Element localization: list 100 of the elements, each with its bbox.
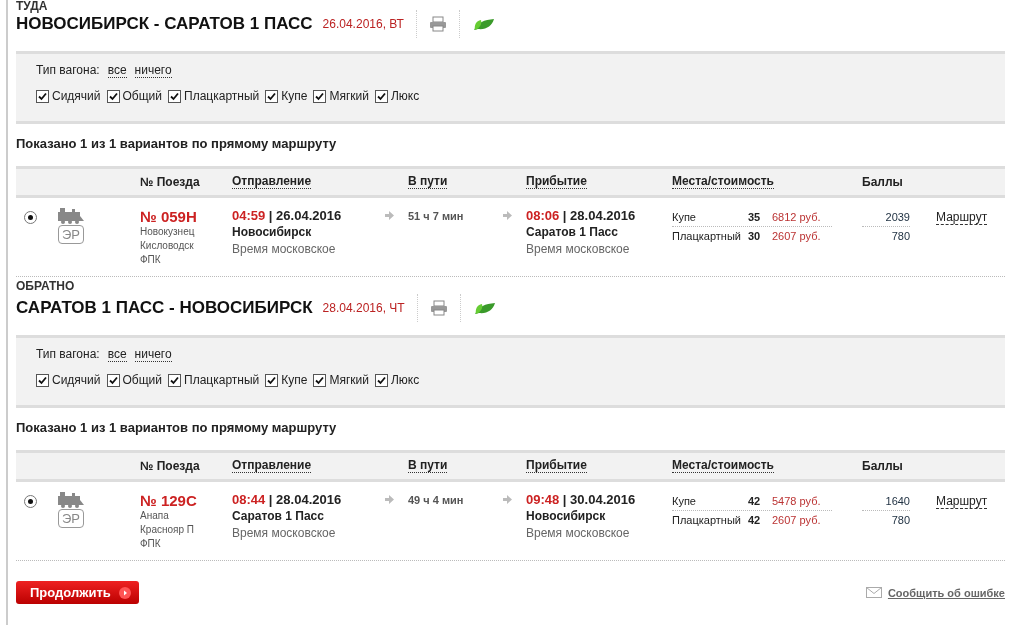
print-button[interactable] bbox=[429, 300, 448, 316]
checkbox[interactable] bbox=[313, 89, 327, 103]
continue-button[interactable]: Продолжить bbox=[16, 581, 139, 604]
checkbox[interactable] bbox=[374, 89, 388, 103]
points-value: 1640 bbox=[862, 492, 910, 511]
checkbox[interactable] bbox=[313, 373, 327, 387]
train-detail: Кисловодск bbox=[140, 239, 195, 253]
travel-duration: 51 ч 7 мин bbox=[408, 209, 465, 224]
route-date: 26.04.2016, ВТ bbox=[322, 17, 404, 31]
car-type: Купе bbox=[672, 210, 697, 225]
arrow-icon bbox=[503, 211, 512, 220]
play-icon bbox=[118, 586, 131, 599]
seat-price: 5478 руб. bbox=[772, 494, 822, 509]
print-button[interactable] bbox=[428, 16, 447, 32]
filter-label: Тип вагона: bbox=[36, 63, 100, 78]
report-error-link[interactable]: Сообщить об ошибке bbox=[887, 586, 1005, 599]
timezone-note: Время московское bbox=[232, 241, 337, 258]
column-header: Баллы bbox=[862, 175, 903, 189]
arrow-icon bbox=[385, 211, 394, 220]
column-header[interactable]: В пути bbox=[408, 175, 448, 189]
train-detail: ФПК bbox=[140, 537, 162, 551]
checkbox-label[interactable]: Сидячий bbox=[52, 89, 101, 103]
locomotive-icon bbox=[58, 492, 84, 508]
checkbox-label[interactable]: Плацкартный bbox=[184, 373, 260, 387]
train-number: № 059Н bbox=[140, 208, 198, 225]
direction-label: ОБРАТНО bbox=[16, 280, 76, 294]
car-type: Плацкартный bbox=[672, 229, 742, 244]
filter-label: Тип вагона: bbox=[36, 347, 100, 362]
column-header: № Поезда bbox=[140, 459, 200, 473]
checkbox[interactable] bbox=[374, 373, 388, 387]
checkbox[interactable] bbox=[265, 89, 279, 103]
train-detail: Новокузнец bbox=[140, 225, 196, 239]
checkbox-label[interactable]: Мягкий bbox=[329, 373, 369, 387]
checkbox-label[interactable]: Люкс bbox=[390, 373, 420, 387]
column-header[interactable]: Прибытие bbox=[526, 175, 587, 189]
column-header[interactable]: Отправление bbox=[232, 459, 312, 473]
train-type-badge: ЭР bbox=[58, 225, 84, 244]
column-header[interactable]: В пути bbox=[408, 459, 448, 473]
eco-button[interactable] bbox=[471, 16, 496, 32]
filter-link[interactable]: все bbox=[107, 63, 127, 78]
checkbox-label[interactable]: Общий bbox=[122, 373, 163, 387]
leaf-icon bbox=[471, 16, 496, 32]
checkbox-label[interactable]: Купе bbox=[281, 89, 308, 103]
arrow-icon bbox=[385, 495, 394, 504]
points-value: 2039 bbox=[862, 208, 910, 227]
timezone-note: Время московское bbox=[232, 525, 337, 542]
arrow-icon bbox=[503, 495, 512, 504]
seat-price: 2607 руб. bbox=[772, 513, 822, 528]
route-date: 28.04.2016, ЧТ bbox=[322, 301, 405, 315]
arrival-station: Саратов 1 Пасс bbox=[526, 224, 619, 241]
checkbox[interactable] bbox=[106, 373, 120, 387]
points-value: 780 bbox=[891, 229, 910, 244]
arrival-datetime: 09:48 | 30.04.2016 bbox=[526, 492, 637, 508]
filter-link[interactable]: ничего bbox=[134, 63, 172, 78]
train-detail: Анапа bbox=[140, 509, 170, 523]
checkbox[interactable] bbox=[265, 373, 279, 387]
column-header[interactable]: Места/стоимость bbox=[672, 175, 774, 189]
seat-count: 30 bbox=[748, 229, 762, 244]
eco-button[interactable] bbox=[472, 300, 497, 316]
checkbox[interactable] bbox=[106, 89, 120, 103]
seat-price: 2607 руб. bbox=[772, 229, 822, 244]
checkbox[interactable] bbox=[36, 373, 49, 387]
timezone-note: Время московское bbox=[526, 525, 631, 542]
checkbox[interactable] bbox=[168, 89, 182, 103]
seat-price: 6812 руб. bbox=[772, 210, 822, 225]
column-header: № Поезда bbox=[140, 175, 200, 189]
checkbox[interactable] bbox=[168, 373, 182, 387]
car-type: Плацкартный bbox=[672, 513, 742, 528]
departure-datetime: 04:59 | 26.04.2016 bbox=[232, 208, 343, 224]
seat-count: 35 bbox=[748, 210, 762, 225]
departure-station: Новосибирск bbox=[232, 224, 313, 241]
filter-link[interactable]: ничего bbox=[134, 347, 172, 362]
checkbox-label[interactable]: Мягкий bbox=[329, 89, 369, 103]
column-header[interactable]: Отправление bbox=[232, 175, 312, 189]
radio-button[interactable] bbox=[24, 211, 37, 224]
checkbox[interactable] bbox=[36, 89, 49, 103]
results-summary: Показано 1 из 1 вариантов по прямому маршруту bbox=[16, 420, 338, 437]
route-title: НОВОСИБИРСК - САРАТОВ 1 ПАСС bbox=[16, 14, 313, 34]
checkbox-label[interactable]: Плацкартный bbox=[184, 89, 260, 103]
envelope-icon bbox=[865, 587, 882, 598]
locomotive-icon bbox=[58, 208, 84, 224]
train-type-badge: ЭР bbox=[58, 509, 84, 528]
points-value: 780 bbox=[891, 513, 910, 528]
departure-station: Саратов 1 Пасс bbox=[232, 508, 325, 525]
column-header: Баллы bbox=[862, 459, 903, 473]
checkbox-label[interactable]: Люкс bbox=[390, 89, 420, 103]
train-detail: Краснояр П bbox=[140, 523, 195, 537]
column-header[interactable]: Прибытие bbox=[526, 459, 587, 473]
filter-link[interactable]: все bbox=[107, 347, 127, 362]
checkbox-label[interactable]: Общий bbox=[122, 89, 163, 103]
route-link[interactable]: Маршрут bbox=[936, 494, 988, 509]
route-title: САРАТОВ 1 ПАСС - НОВОСИБИРСК bbox=[16, 298, 313, 318]
route-link[interactable]: Маршрут bbox=[936, 210, 988, 225]
checkbox-label[interactable]: Сидячий bbox=[52, 373, 101, 387]
departure-datetime: 08:44 | 28.04.2016 bbox=[232, 492, 343, 508]
checkbox-label[interactable]: Купе bbox=[281, 373, 308, 387]
radio-button[interactable] bbox=[24, 495, 37, 508]
seat-count: 42 bbox=[748, 513, 762, 528]
column-header[interactable]: Места/стоимость bbox=[672, 459, 774, 473]
train-number: № 129С bbox=[140, 492, 198, 509]
